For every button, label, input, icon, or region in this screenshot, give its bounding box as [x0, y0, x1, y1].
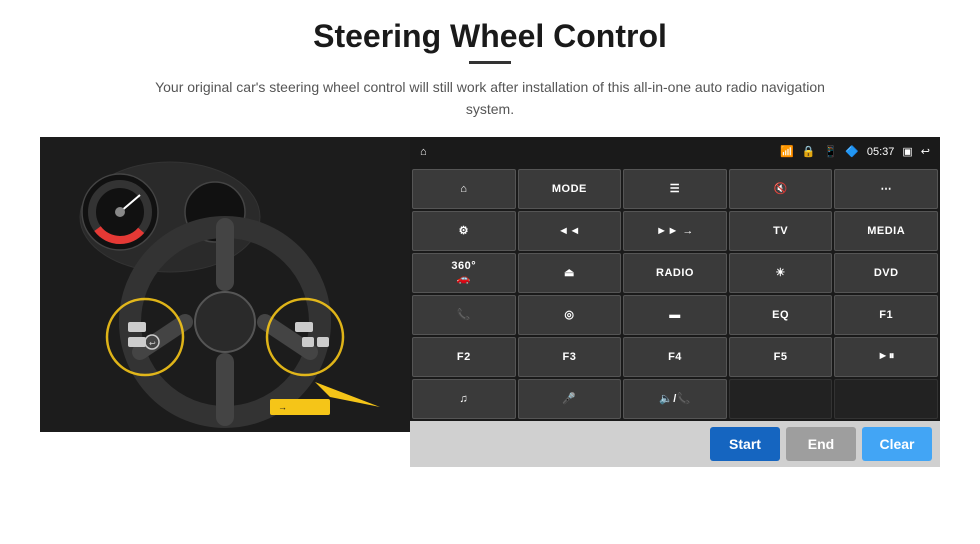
status-left: ⌂: [420, 146, 427, 158]
wifi-icon: 📶: [780, 145, 794, 158]
control-panel: ⌂ 📶 🔒 📱 🔷 05:37 ▣ ↩ ⌂ MODE ☰ 🔇: [410, 137, 940, 467]
status-right: 📶 🔒 📱 🔷 05:37 ▣ ↩: [780, 145, 930, 158]
action-bar: Start End Clear: [410, 421, 940, 467]
btn-eq[interactable]: EQ: [729, 295, 833, 335]
btn-f2[interactable]: F2: [412, 337, 516, 377]
btn-mic[interactable]: 🎤: [518, 379, 622, 419]
btn-prev[interactable]: ◄◄: [518, 211, 622, 251]
screen-icon: ▣: [902, 145, 912, 158]
page-container: Steering Wheel Control Your original car…: [0, 0, 980, 544]
btn-eject[interactable]: ⏏: [518, 253, 622, 293]
btn-dvd[interactable]: DVD: [834, 253, 938, 293]
btn-360[interactable]: 360°🚗: [412, 253, 516, 293]
btn-empty1: [729, 379, 833, 419]
btn-home[interactable]: ⌂: [412, 169, 516, 209]
btn-apps[interactable]: ⋯: [834, 169, 938, 209]
btn-playpause[interactable]: ►⏸: [834, 337, 938, 377]
btn-empty2: [834, 379, 938, 419]
status-bar: ⌂ 📶 🔒 📱 🔷 05:37 ▣ ↩: [410, 137, 940, 167]
svg-text:↩: ↩: [149, 339, 156, 348]
btn-vol-phone[interactable]: 🔈/📞: [623, 379, 727, 419]
page-subtitle: Your original car's steering wheel contr…: [150, 76, 830, 121]
btn-phone[interactable]: 📞: [412, 295, 516, 335]
btn-f4[interactable]: F4: [623, 337, 727, 377]
btn-f1[interactable]: F1: [834, 295, 938, 335]
content-row: ↩ → ⌂ 📶 🔒: [40, 137, 940, 467]
btn-mode[interactable]: MODE: [518, 169, 622, 209]
page-title: Steering Wheel Control: [313, 18, 667, 55]
btn-rect[interactable]: ▬: [623, 295, 727, 335]
end-button[interactable]: End: [786, 427, 856, 461]
svg-text:→: →: [278, 402, 287, 412]
btn-media[interactable]: MEDIA: [834, 211, 938, 251]
btn-f3[interactable]: F3: [518, 337, 622, 377]
btn-next[interactable]: ►► →: [623, 211, 727, 251]
btn-brightness[interactable]: ☀: [729, 253, 833, 293]
btn-mute[interactable]: 🔇: [729, 169, 833, 209]
steering-wheel-image: ↩ →: [40, 137, 410, 432]
btn-f5[interactable]: F5: [729, 337, 833, 377]
bt-icon: 🔷: [845, 145, 859, 158]
btn-radio[interactable]: RADIO: [623, 253, 727, 293]
start-button[interactable]: Start: [710, 427, 780, 461]
lock-icon: 🔒: [802, 145, 816, 158]
btn-tv[interactable]: TV: [729, 211, 833, 251]
back-icon: ↩: [921, 145, 930, 158]
btn-music[interactable]: ♫: [412, 379, 516, 419]
clear-button[interactable]: Clear: [862, 427, 932, 461]
sim-icon: 📱: [823, 145, 837, 158]
btn-list[interactable]: ☰: [623, 169, 727, 209]
btn-globe[interactable]: ◎: [518, 295, 622, 335]
home-status-icon: ⌂: [420, 146, 427, 158]
time-display: 05:37: [867, 146, 895, 158]
title-divider: [469, 61, 511, 64]
btn-settings[interactable]: ⚙: [412, 211, 516, 251]
button-grid: ⌂ MODE ☰ 🔇 ⋯ ⚙ ◄◄ ►► → TV MEDIA 360°🚗 ⏏ …: [410, 167, 940, 421]
